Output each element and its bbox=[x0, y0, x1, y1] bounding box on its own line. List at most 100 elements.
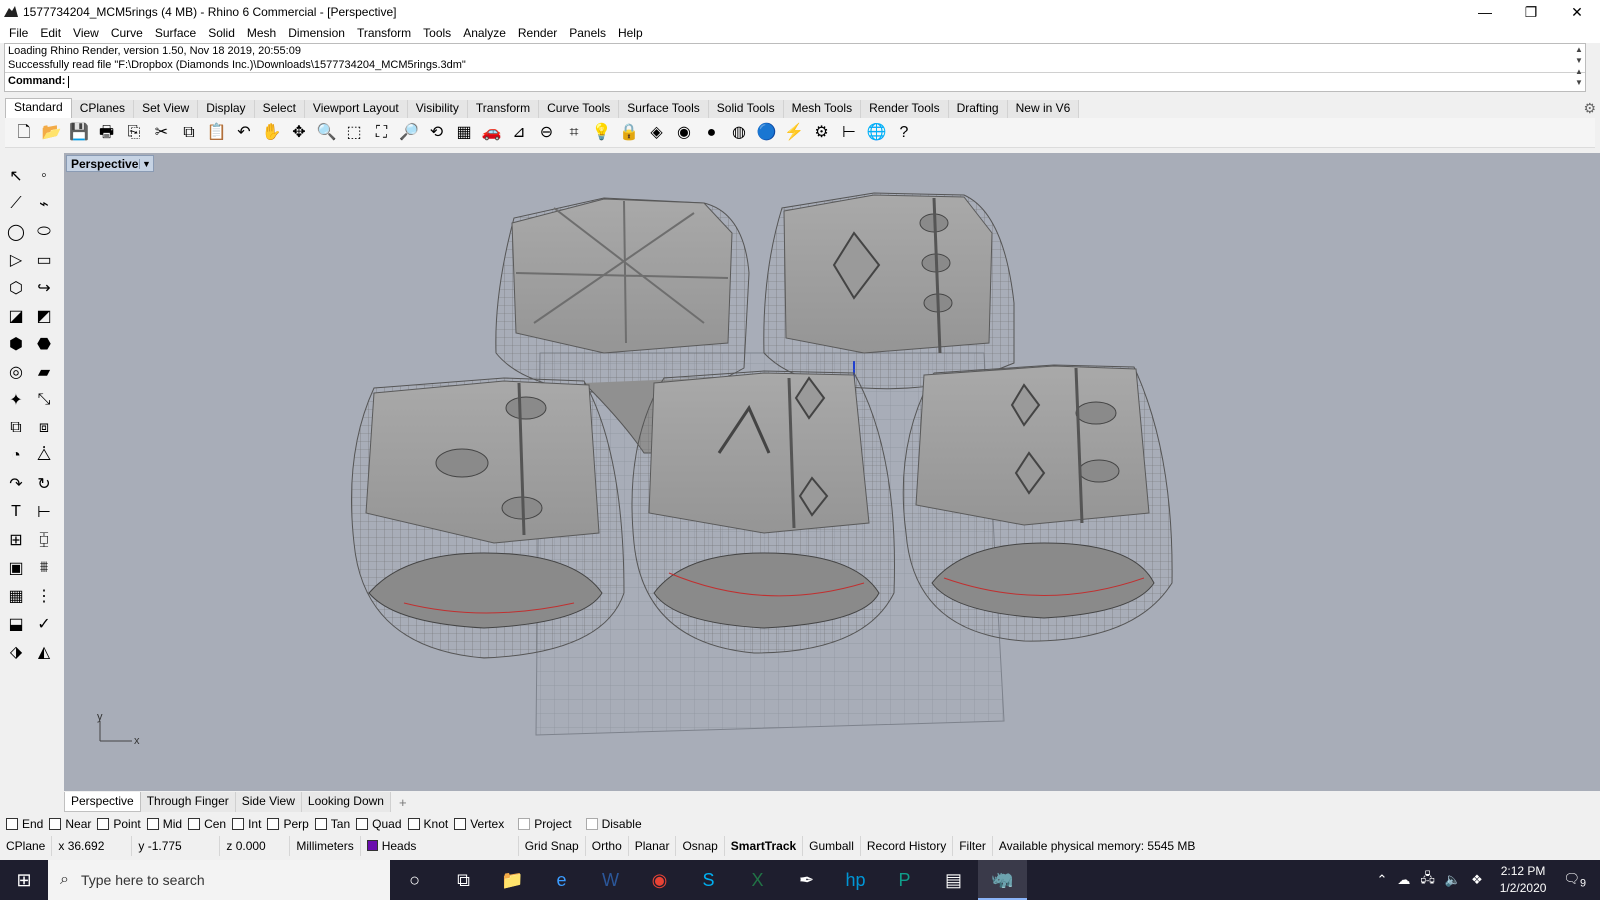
ellipse-icon[interactable]: ⬭ bbox=[30, 219, 58, 245]
grid-array-icon[interactable]: ▦ bbox=[2, 583, 30, 609]
scale-icon[interactable]: ⤡ bbox=[30, 387, 58, 413]
osnap-point[interactable]: Point bbox=[97, 817, 141, 831]
notifications-icon[interactable]: 🗨9 bbox=[1558, 871, 1600, 890]
osnap-cen[interactable]: Cen bbox=[188, 817, 226, 831]
check-icon[interactable]: ✓ bbox=[30, 611, 58, 637]
edge-icon[interactable]: e bbox=[537, 860, 586, 900]
osnap-checkbox[interactable] bbox=[454, 818, 467, 830]
render-blue-icon[interactable]: 🔵 bbox=[754, 121, 780, 145]
tab-curve-tools[interactable]: Curve Tools bbox=[539, 100, 620, 118]
file-explorer-icon[interactable]: 📁 bbox=[488, 860, 537, 900]
dropbox-icon[interactable]: ❖ bbox=[1466, 872, 1488, 888]
onedrive-cloud-icon[interactable]: ☁ bbox=[1392, 872, 1415, 888]
command-history-panel[interactable]: Loading Rhino Render, version 1.50, Nov … bbox=[4, 43, 1586, 92]
menu-item-render[interactable]: Render bbox=[512, 26, 563, 40]
arc-icon[interactable]: ⬡ bbox=[2, 275, 30, 301]
network-icon[interactable]: 🖧 bbox=[1415, 869, 1440, 891]
view-tab-through-finger[interactable]: Through Finger bbox=[140, 792, 236, 812]
osnap-project[interactable]: Project bbox=[518, 817, 572, 831]
zoom-extents-icon[interactable]: ⛶ bbox=[369, 121, 395, 145]
polyline-icon[interactable]: ⟋ bbox=[2, 191, 30, 217]
zoom-window-icon[interactable]: ⬚ bbox=[341, 121, 367, 145]
planar-toggle[interactable]: Planar bbox=[629, 836, 677, 856]
surface-corner-icon[interactable]: ◪ bbox=[2, 303, 30, 329]
solid-box-icon[interactable]: ⬢ bbox=[2, 331, 30, 357]
tab-viewport-layout[interactable]: Viewport Layout bbox=[304, 100, 408, 118]
volume-icon[interactable]: 🔈 bbox=[1440, 872, 1466, 888]
taskbar-search-box[interactable]: ⌕ Type here to search bbox=[48, 860, 390, 900]
excel-icon[interactable]: X bbox=[733, 860, 782, 900]
cut-icon[interactable]: ✂ bbox=[149, 121, 175, 145]
taskbar-clock[interactable]: 2:12 PM 1/2/2020 bbox=[1488, 863, 1559, 897]
paste-icon[interactable]: 📋 bbox=[204, 121, 230, 145]
tab-visibility[interactable]: Visibility bbox=[407, 100, 468, 118]
curve-from-object-icon[interactable]: ↷ bbox=[2, 471, 30, 497]
windows-start-icon[interactable]: ⊞ bbox=[0, 860, 48, 900]
ring-front-left[interactable] bbox=[351, 377, 625, 659]
osnap-disable[interactable]: Disable bbox=[585, 817, 642, 831]
units-indicator[interactable]: Millimeters bbox=[290, 836, 361, 856]
four-viewports-icon[interactable]: ▦ bbox=[451, 121, 477, 145]
select-arrow-icon[interactable]: ↖ bbox=[2, 163, 30, 189]
menu-item-view[interactable]: View bbox=[67, 26, 105, 40]
undo-icon[interactable]: ↶ bbox=[231, 121, 257, 145]
osnap-perp[interactable]: Perp bbox=[267, 817, 309, 831]
menu-item-dimension[interactable]: Dimension bbox=[282, 26, 351, 40]
add-view-tab-plus-icon[interactable]: + bbox=[391, 795, 415, 810]
text-icon[interactable]: T bbox=[2, 499, 30, 525]
light-bulb-icon[interactable]: 💡 bbox=[589, 121, 615, 145]
osnap-int[interactable]: Int bbox=[232, 817, 261, 831]
scroll-up-icon[interactable]: ▲ bbox=[1575, 44, 1583, 55]
tab-select[interactable]: Select bbox=[254, 100, 305, 118]
rectangle-icon[interactable]: ▭ bbox=[30, 247, 58, 273]
shell-icon[interactable]: ⬓ bbox=[2, 611, 30, 637]
rotate-view-icon[interactable]: ✥ bbox=[286, 121, 312, 145]
command-scrollbar[interactable]: ▲ ▼ ▲ ▼ bbox=[1572, 44, 1586, 91]
menu-item-curve[interactable]: Curve bbox=[105, 26, 149, 40]
detail-icon[interactable]: ⧮ bbox=[30, 527, 58, 553]
osnap-tan[interactable]: Tan bbox=[314, 817, 350, 831]
render-sphere-icon[interactable]: ● bbox=[699, 121, 725, 145]
pen-tool-icon[interactable]: ✒ bbox=[782, 860, 831, 900]
ortho-toggle[interactable]: Ortho bbox=[586, 836, 629, 856]
osnap-checkbox[interactable] bbox=[314, 818, 327, 830]
tab-drafting[interactable]: Drafting bbox=[948, 100, 1008, 118]
block-icon[interactable]: ⧊ bbox=[30, 443, 58, 469]
menu-item-solid[interactable]: Solid bbox=[202, 26, 241, 40]
rhino-icon[interactable]: 🦏 bbox=[978, 860, 1027, 900]
pan-hand-icon[interactable]: ✋ bbox=[259, 121, 285, 145]
scanner-icon[interactable]: ▤ bbox=[929, 860, 978, 900]
point-icon[interactable]: ◦ bbox=[30, 163, 58, 189]
grid-snap-toggle[interactable]: Grid Snap bbox=[519, 836, 586, 856]
menu-item-help[interactable]: Help bbox=[612, 26, 649, 40]
osnap-vertex[interactable]: Vertex bbox=[454, 817, 504, 831]
rhino-app-icon[interactable] bbox=[3, 4, 19, 20]
layer-indicator[interactable]: Heads bbox=[361, 836, 519, 856]
tab-mesh-tools[interactable]: Mesh Tools bbox=[783, 100, 862, 118]
group-icon[interactable]: ◔ bbox=[2, 443, 30, 469]
layer-icon[interactable]: ◈ bbox=[644, 121, 670, 145]
surface-tools-icon[interactable]: ◩ bbox=[30, 303, 58, 329]
toolbar-gear-icon[interactable]: ⚙ bbox=[1583, 100, 1596, 117]
osnap-knot[interactable]: Knot bbox=[407, 817, 448, 831]
publisher-icon[interactable]: P bbox=[880, 860, 929, 900]
layout-icon[interactable]: ⊞ bbox=[2, 527, 30, 553]
osnap-checkbox[interactable] bbox=[356, 818, 369, 830]
import-icon[interactable]: ⎘ bbox=[121, 121, 147, 145]
cage-icon[interactable]: ⩩ bbox=[30, 555, 58, 581]
osnap-quad[interactable]: Quad bbox=[356, 817, 402, 831]
viewport-title[interactable]: Perspective ▼ bbox=[66, 155, 154, 172]
solid-boolean-icon[interactable]: ⬣ bbox=[30, 331, 58, 357]
menu-item-panels[interactable]: Panels bbox=[563, 26, 612, 40]
osnap-mid[interactable]: Mid bbox=[146, 817, 182, 831]
tab-set-view[interactable]: Set View bbox=[134, 100, 199, 118]
gumball-toggle[interactable]: Gumball bbox=[803, 836, 861, 856]
view-tab-perspective[interactable]: Perspective bbox=[64, 792, 141, 812]
perspective-viewport[interactable]: Perspective ▼ y x bbox=[64, 153, 1600, 791]
tab-new-in-v6[interactable]: New in V6 bbox=[1007, 100, 1080, 118]
render-box-icon[interactable]: ▣ bbox=[2, 555, 30, 581]
menu-item-edit[interactable]: Edit bbox=[34, 26, 67, 40]
copy-icon[interactable]: ⧉ bbox=[176, 121, 202, 145]
cplane-indicator[interactable]: CPlane bbox=[0, 836, 53, 856]
osnap-checkbox[interactable] bbox=[585, 818, 598, 830]
